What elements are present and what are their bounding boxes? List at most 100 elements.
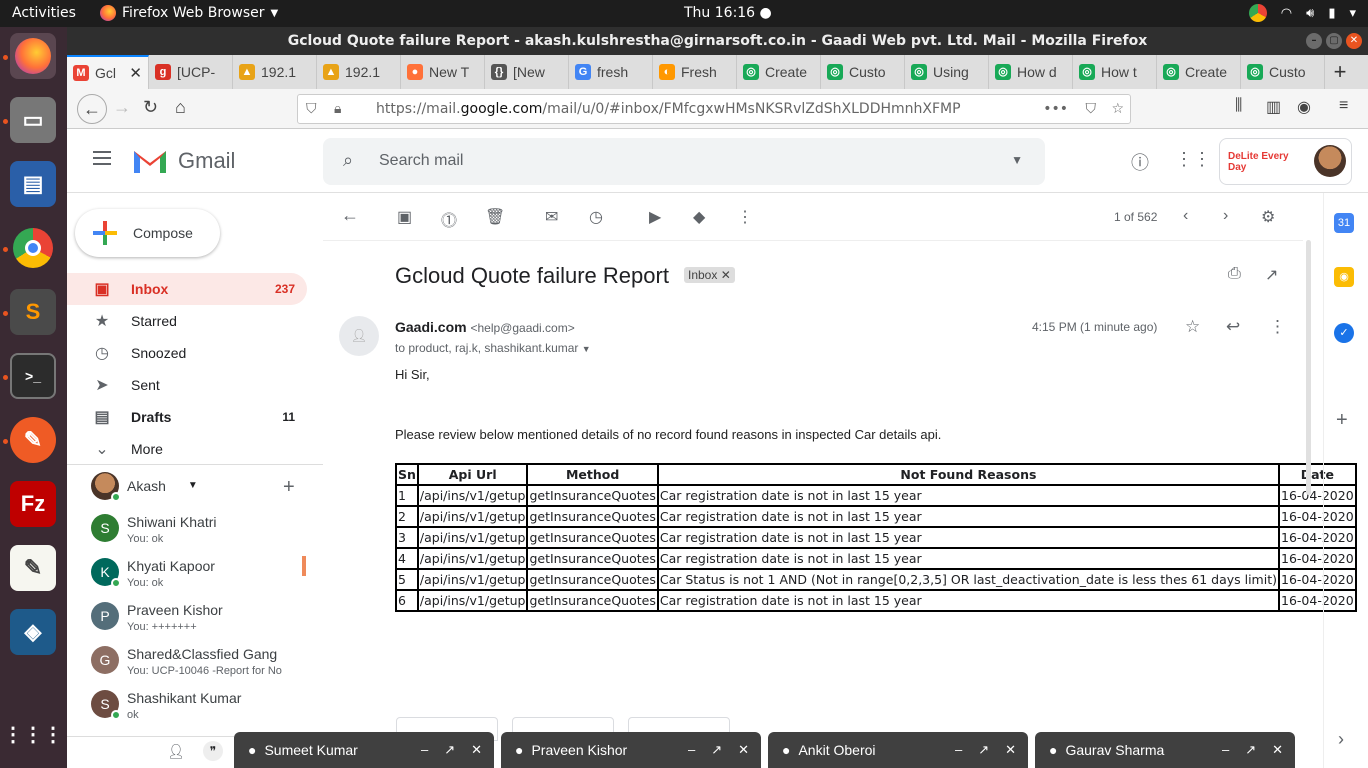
close-chat-icon[interactable]: ✕: [738, 742, 749, 758]
back-to-inbox-icon[interactable]: ←: [341, 205, 359, 226]
email-scrollbar[interactable]: [1306, 240, 1311, 495]
search-icon[interactable]: ⌕: [343, 150, 353, 171]
chat-window[interactable]: ● Ankit Oberoi – ↗ ✕: [768, 732, 1028, 768]
tab-7[interactable]: ◐ Fresh: [653, 55, 737, 89]
gmail-logo[interactable]: Gmail: [132, 147, 235, 175]
open-new-window-icon[interactable]: ↗: [1265, 265, 1278, 285]
popout-chat-icon[interactable]: ↗: [978, 742, 989, 758]
settings-gear-icon[interactable]: ⚙: [1261, 207, 1275, 227]
system-tray[interactable]: ◠ 🔊︎ ▮ ▾: [1248, 4, 1356, 22]
new-tab-button[interactable]: +: [1325, 55, 1355, 89]
details-dropdown-icon[interactable]: ▼: [582, 344, 591, 354]
tab-10[interactable]: ◎ Using: [905, 55, 989, 89]
tasks-icon[interactable]: ✓: [1334, 323, 1354, 343]
postman-launcher[interactable]: ✎: [10, 417, 56, 463]
hangouts-user[interactable]: Akash ▼: [91, 472, 198, 502]
chevron-down-icon[interactable]: ▼: [188, 472, 198, 500]
account-icon[interactable]: ◉: [1297, 97, 1311, 117]
sidebar-item-inbox[interactable]: ▣ Inbox 237: [67, 273, 307, 305]
remove-label-icon[interactable]: ✕: [721, 268, 731, 282]
more-actions-icon[interactable]: ⋮: [1269, 317, 1286, 337]
more-options-icon[interactable]: ⋮: [737, 207, 753, 227]
hangouts-contact[interactable]: S Shashikant Kumar ok: [91, 690, 241, 721]
reload-button[interactable]: ↻: [143, 97, 158, 118]
bookmark-star-icon[interactable]: ☆: [1111, 95, 1124, 123]
hangouts-contact[interactable]: G Shared&Classfied Gang You: UCP-10046 -Re…: [91, 646, 282, 677]
minimize-chat-icon[interactable]: –: [955, 742, 962, 758]
document-viewer-launcher[interactable]: ▤: [10, 161, 56, 207]
library-icon[interactable]: ⫼: [1235, 97, 1242, 115]
sidebar-item-drafts[interactable]: ▤ Drafts 11: [67, 401, 307, 433]
tab-6[interactable]: Gfresh: [569, 55, 653, 89]
popout-chat-icon[interactable]: ↗: [1245, 742, 1256, 758]
tab-11[interactable]: ◎ How d: [989, 55, 1073, 89]
report-spam-icon[interactable]: ⓵: [441, 207, 457, 231]
chrome-launcher[interactable]: [10, 225, 56, 271]
page-actions-icon[interactable]: •••: [1043, 95, 1068, 123]
show-applications-button[interactable]: ⋮⋮⋮: [3, 711, 63, 757]
close-chat-icon[interactable]: ✕: [1272, 742, 1283, 758]
firefox-launcher[interactable]: [10, 33, 56, 79]
calendar-icon[interactable]: 31: [1334, 213, 1354, 233]
main-menu-icon[interactable]: [93, 151, 111, 165]
hangouts-contact[interactable]: S Shiwani Khatri You: ok: [91, 514, 217, 545]
maximize-button[interactable]: ▢: [1326, 33, 1342, 49]
hangouts-contact[interactable]: K Khyati Kapoor You: ok: [91, 558, 215, 589]
chat-window[interactable]: ● Gaurav Sharma – ↗ ✕: [1035, 732, 1295, 768]
tab-3[interactable]: ▲ 192.1: [317, 55, 401, 89]
tab-2[interactable]: ▲ 192.1: [233, 55, 317, 89]
tab-14[interactable]: ◎ Custo: [1241, 55, 1325, 89]
compose-button[interactable]: Compose: [75, 209, 220, 257]
search-bar[interactable]: ⌕ Search mail ▼: [323, 138, 1045, 185]
sidebar-item-sent[interactable]: ➤ Sent: [67, 369, 307, 401]
tab-13[interactable]: ◎ Create: [1157, 55, 1241, 89]
tab-0[interactable]: M Gcl ✕: [67, 55, 149, 89]
add-addon-icon[interactable]: +: [1336, 409, 1348, 432]
search-input[interactable]: Search mail: [379, 152, 463, 170]
tab-4[interactable]: ● New T: [401, 55, 485, 89]
mark-unread-icon[interactable]: ✉: [545, 207, 558, 227]
sidebar-toggle-icon[interactable]: ▥: [1266, 97, 1281, 117]
reply-icon[interactable]: ↩: [1226, 317, 1240, 337]
app-menu[interactable]: Firefox Web Browser ▼: [100, 5, 278, 21]
tab-9[interactable]: ◎ Custo: [821, 55, 905, 89]
new-conversation-icon[interactable]: +: [283, 476, 295, 499]
close-window-button[interactable]: ✕: [1346, 33, 1362, 49]
contacts-icon[interactable]: 👤︎: [167, 743, 185, 760]
sidebar-item-more[interactable]: ⌄ More: [67, 433, 307, 465]
menu-icon[interactable]: ≡: [1339, 97, 1348, 115]
sidebar-item-snoozed[interactable]: ◷ Snoozed: [67, 337, 307, 369]
search-options-icon[interactable]: ▼: [1011, 153, 1023, 167]
newer-icon[interactable]: ‹: [1183, 207, 1188, 225]
star-icon[interactable]: ☆: [1185, 317, 1200, 337]
tab-8[interactable]: ◎ Create: [737, 55, 821, 89]
hangouts-contact[interactable]: P Praveen Kishor You: +++++++: [91, 602, 223, 633]
terminal-launcher[interactable]: >_: [10, 353, 56, 399]
close-chat-icon[interactable]: ✕: [1005, 742, 1016, 758]
minimize-chat-icon[interactable]: –: [421, 742, 428, 758]
url-bar[interactable]: ⛉ 🔒︎ https://mail.google.com/mail/u/0/#i…: [297, 94, 1131, 124]
keep-icon[interactable]: ◉: [1334, 267, 1354, 287]
text-editor-launcher[interactable]: ✎: [10, 545, 56, 591]
clock[interactable]: Thu 16:16 ●: [684, 5, 772, 21]
avatar[interactable]: [1314, 145, 1346, 177]
apps-grid-icon[interactable]: ⋮⋮: [1175, 149, 1211, 170]
label-icon[interactable]: ◆: [693, 207, 705, 227]
hangouts-icon[interactable]: ❞: [203, 741, 223, 761]
expand-panel-icon[interactable]: ›: [1338, 729, 1344, 750]
minimize-chat-icon[interactable]: –: [1222, 742, 1229, 758]
sidebar-item-starred[interactable]: ★ Starred: [67, 305, 307, 337]
forward-button[interactable]: →: [113, 97, 131, 118]
chat-window[interactable]: ● Praveen Kishor – ↗ ✕: [501, 732, 761, 768]
tab-1[interactable]: g [UCP-: [149, 55, 233, 89]
minimize-chat-icon[interactable]: –: [688, 742, 695, 758]
popout-chat-icon[interactable]: ↗: [444, 742, 455, 758]
print-icon[interactable]: ⎙: [1228, 265, 1241, 283]
home-button[interactable]: ⌂: [175, 97, 186, 118]
back-button[interactable]: ←: [77, 94, 107, 124]
filezilla-launcher[interactable]: Fz: [10, 481, 56, 527]
activities-button[interactable]: Activities: [12, 5, 76, 21]
minimize-button[interactable]: –: [1306, 33, 1322, 49]
close-tab-icon[interactable]: ✕: [129, 64, 142, 82]
pocket-icon[interactable]: ⛉: [1086, 95, 1097, 123]
